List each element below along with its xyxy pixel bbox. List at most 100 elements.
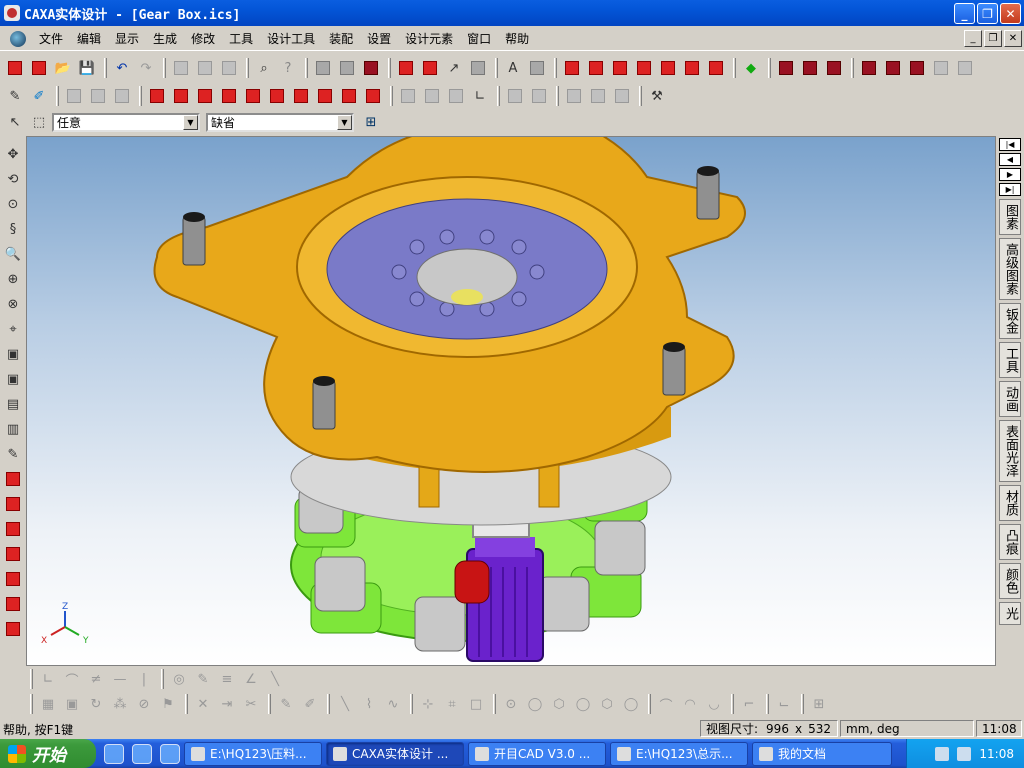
- text-icon[interactable]: A: [502, 57, 524, 79]
- circle-6-icon[interactable]: ◯: [620, 693, 642, 715]
- chevron-down-icon[interactable]: ▼: [337, 114, 352, 130]
- edge-select-icon[interactable]: [111, 85, 133, 107]
- chamfer-icon[interactable]: ⌙: [773, 693, 795, 715]
- zoom-icon[interactable]: 🔍: [2, 243, 24, 265]
- network-icon[interactable]: [957, 746, 972, 761]
- filter-select[interactable]: 任意 ▼: [52, 112, 200, 132]
- extend-icon[interactable]: ⇥: [216, 693, 238, 715]
- arc-1-icon[interactable]: ⌒: [655, 693, 677, 715]
- task-my-documents[interactable]: 我的文档: [752, 741, 892, 766]
- task-explorer-2[interactable]: E:\HQ123\总示...: [610, 741, 748, 766]
- stamp-icon[interactable]: ⚑: [157, 693, 179, 715]
- tab-colors[interactable]: 颜色: [999, 563, 1021, 599]
- nav-prev-icon[interactable]: ◀: [999, 153, 1021, 166]
- grid-icon[interactable]: ▦: [37, 693, 59, 715]
- tab-emboss[interactable]: 凸痕: [999, 524, 1021, 560]
- task-kmcad[interactable]: 开目CAD V3.0 ...: [468, 741, 606, 766]
- menu-edit[interactable]: 编辑: [70, 30, 108, 47]
- orbit-icon[interactable]: ⟲: [2, 168, 24, 190]
- trim-icon[interactable]: ✂: [240, 693, 262, 715]
- frame-icon[interactable]: [526, 57, 548, 79]
- cube-1-icon[interactable]: [146, 85, 168, 107]
- mode-select[interactable]: 缺省 ▼: [206, 112, 354, 132]
- task-explorer-1[interactable]: E:\HQ123\压料...: [184, 741, 322, 766]
- move-icon[interactable]: [395, 57, 417, 79]
- feature-4-icon[interactable]: [930, 57, 952, 79]
- sketch-diagonal-icon[interactable]: ╲: [264, 668, 286, 690]
- tab-animation[interactable]: 动画: [999, 381, 1021, 417]
- pan-icon[interactable]: ✥: [2, 143, 24, 165]
- menu-help[interactable]: 帮助: [498, 30, 536, 47]
- circle-1-icon[interactable]: ⊙: [500, 693, 522, 715]
- surface-icon[interactable]: [585, 57, 607, 79]
- sketch-vertical-icon[interactable]: |: [133, 668, 155, 690]
- feature-5-icon[interactable]: [954, 57, 976, 79]
- align-3-icon[interactable]: [563, 85, 585, 107]
- walk-icon[interactable]: §: [2, 218, 24, 240]
- save-icon[interactable]: 💾: [76, 57, 98, 79]
- circle-5-icon[interactable]: ⬡: [596, 693, 618, 715]
- cube-10-icon[interactable]: [362, 85, 384, 107]
- eyedropper-icon[interactable]: ✎: [4, 85, 26, 107]
- cube-6-icon[interactable]: [266, 85, 288, 107]
- fillet-icon[interactable]: ⌐: [738, 693, 760, 715]
- frame-sel-icon[interactable]: ▣: [61, 693, 83, 715]
- cube-4-icon[interactable]: [218, 85, 240, 107]
- menu-view[interactable]: 显示: [108, 30, 146, 47]
- axis-icon[interactable]: [609, 57, 631, 79]
- close-button[interactable]: ✕: [1000, 3, 1021, 24]
- circle-2-icon[interactable]: ◯: [524, 693, 546, 715]
- hammer-icon[interactable]: ⚒: [646, 85, 668, 107]
- sketch-circle-icon[interactable]: ◎: [168, 668, 190, 690]
- arc-3-icon[interactable]: ◡: [703, 693, 725, 715]
- menu-tools[interactable]: 工具: [222, 30, 260, 47]
- tab-materials[interactable]: 材质: [999, 485, 1021, 521]
- new-design-icon[interactable]: [4, 57, 26, 79]
- menu-modify[interactable]: 修改: [184, 30, 222, 47]
- select-box-icon[interactable]: ⬚: [28, 111, 50, 133]
- render-icon[interactable]: [312, 57, 334, 79]
- sheet-metal-2-icon[interactable]: [799, 57, 821, 79]
- zoom-fit-icon[interactable]: ⊗: [2, 293, 24, 315]
- dynamic-rotate-icon[interactable]: ⊙: [2, 193, 24, 215]
- material-icon[interactable]: [360, 57, 382, 79]
- spline-icon[interactable]: ∿: [382, 693, 404, 715]
- sketch-line-icon[interactable]: ∟: [37, 668, 59, 690]
- view-2-icon[interactable]: [421, 85, 443, 107]
- constraint-icon[interactable]: [705, 57, 727, 79]
- tab-surface-finish[interactable]: 表面光泽: [999, 420, 1021, 482]
- sheet-metal-1-icon[interactable]: [775, 57, 797, 79]
- light-icon[interactable]: [336, 57, 358, 79]
- face-select-icon[interactable]: [87, 85, 109, 107]
- shape-7-icon[interactable]: [2, 618, 24, 640]
- shape-4-icon[interactable]: [2, 543, 24, 565]
- nav-next-icon[interactable]: ▶: [999, 168, 1021, 181]
- align-5-icon[interactable]: [611, 85, 633, 107]
- align-1-icon[interactable]: [504, 85, 526, 107]
- node-icon[interactable]: ⌗: [441, 693, 463, 715]
- measure-icon[interactable]: [657, 57, 679, 79]
- restore-button[interactable]: ❐: [977, 3, 998, 24]
- tab-advanced-primitives[interactable]: 高级图素: [999, 238, 1021, 300]
- cross-icon[interactable]: ✕: [192, 693, 214, 715]
- line-icon[interactable]: ╲: [334, 693, 356, 715]
- shape-3-icon[interactable]: [2, 518, 24, 540]
- nav-first-icon[interactable]: |◀: [999, 138, 1021, 151]
- circle-3-icon[interactable]: ⬡: [548, 693, 570, 715]
- camera-2-icon[interactable]: ▣: [2, 368, 24, 390]
- document-icon[interactable]: [10, 30, 26, 47]
- sketch-edit-icon[interactable]: ✎: [192, 668, 214, 690]
- cube-2-icon[interactable]: [170, 85, 192, 107]
- paste-icon[interactable]: [218, 57, 240, 79]
- search-icon[interactable]: ⌕: [253, 57, 275, 79]
- curve-icon[interactable]: ↗: [443, 57, 465, 79]
- cube-5-icon[interactable]: [242, 85, 264, 107]
- menu-file[interactable]: 文件: [32, 30, 70, 47]
- camera-4-icon[interactable]: ▥: [2, 418, 24, 440]
- cube-9-icon[interactable]: [338, 85, 360, 107]
- offset-icon[interactable]: ⊘: [133, 693, 155, 715]
- rotate-icon[interactable]: [419, 57, 441, 79]
- camera-1-icon[interactable]: ▣: [2, 343, 24, 365]
- sketch-horizontal-icon[interactable]: —: [109, 668, 131, 690]
- media-icon[interactable]: [160, 743, 180, 764]
